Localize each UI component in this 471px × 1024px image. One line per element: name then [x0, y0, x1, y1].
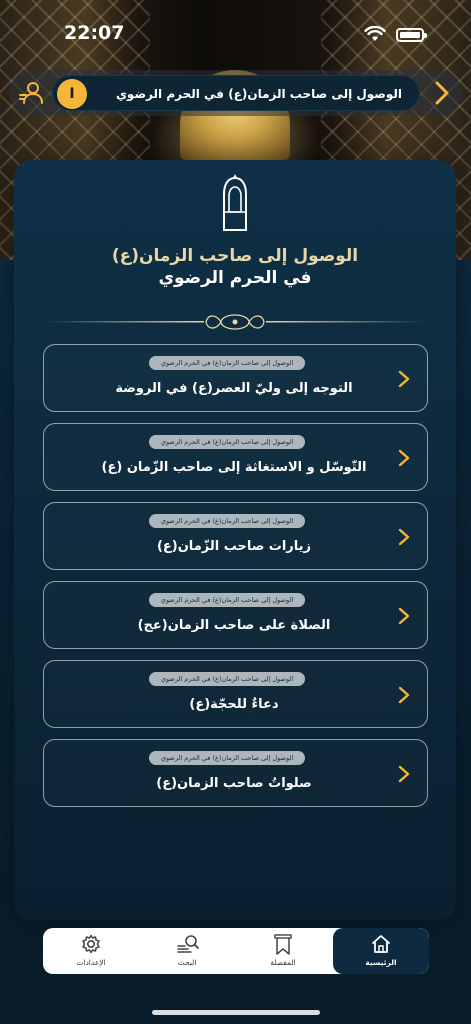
chevron-right-icon — [398, 686, 410, 704]
menu-item-card[interactable]: الوصول إلى صاحب الزمان(ع) في الحرم الرضو… — [43, 502, 428, 570]
tab-search[interactable]: البحث — [139, 928, 235, 974]
tab-settings-label: الإعدادات — [76, 958, 106, 967]
tab-favorites[interactable]: المفضلة — [235, 928, 331, 974]
status-bar: 22:07 — [0, 18, 471, 52]
menu-item-tag: الوصول إلى صاحب الزمان(ع) في الحرم الرضو… — [149, 435, 305, 449]
main-content-panel: الوصول إلى صاحب الزمان(ع) في الحرم الرضو… — [14, 160, 456, 920]
section-title-line2: في الحرم الرضوي — [158, 268, 312, 288]
menu-item-title: زيارات صاحب الزّمان(ع) — [156, 539, 312, 554]
menu-item-title: التّوسّل و الاستغاثة إلى صاحب الزّمان (ع… — [101, 460, 367, 475]
chevron-right-icon — [398, 449, 410, 467]
bottom-tab-bar: الإعدادات البحث المفضلة الرئيسية — [43, 928, 429, 974]
tab-settings[interactable]: الإعدادات — [43, 928, 139, 974]
veiled-figure-icon — [223, 174, 247, 231]
header-title-pill[interactable]: I الوصول إلى صاحب الزمان(ع) في الحرم الر… — [52, 75, 420, 111]
menu-item-card[interactable]: الوصول إلى صاحب الزمان(ع) في الحرم الرضو… — [43, 660, 428, 728]
tab-home-label: الرئيسية — [365, 958, 397, 967]
menu-item-title: الصلاة على صاحب الزمان(عج) — [137, 618, 331, 633]
header-title: الوصول إلى صاحب الزمان(ع) في الحرم الرضو… — [115, 87, 403, 101]
wifi-icon — [364, 26, 386, 41]
tab-search-label: البحث — [177, 958, 197, 967]
battery-icon — [396, 28, 427, 42]
status-time: 22:07 — [64, 22, 125, 44]
gear-icon — [82, 934, 100, 954]
header-badge[interactable]: I — [57, 79, 87, 109]
ornamental-divider — [44, 314, 426, 330]
top-navigation-bar: I الوصول إلى صاحب الزمان(ع) في الحرم الر… — [10, 70, 462, 116]
menu-item-card[interactable]: الوصول إلى صاحب الزمان(ع) في الحرم الرضو… — [43, 581, 428, 649]
search-list-icon — [177, 935, 199, 953]
menu-item-tag: الوصول إلى صاحب الزمان(ع) في الحرم الرضو… — [149, 356, 305, 370]
menu-item-title: صلواتُ صاحب الزمان(ع) — [156, 776, 312, 791]
menu-item-card[interactable]: الوصول إلى صاحب الزمان(ع) في الحرم الرضو… — [43, 739, 428, 807]
tab-favorites-label: المفضلة — [270, 958, 296, 967]
menu-item-tag: الوصول إلى صاحب الزمان(ع) في الحرم الرضو… — [149, 672, 305, 686]
tab-home[interactable]: الرئيسية — [333, 928, 429, 974]
section-title-line1: الوصول إلى صاحب الزمان(ع) — [111, 246, 359, 266]
chevron-right-icon — [398, 528, 410, 546]
chevron-right-icon — [398, 370, 410, 388]
home-icon — [372, 935, 390, 953]
menu-item-title: دعاءٌ للحجّة(ع) — [189, 697, 279, 712]
menu-item-card[interactable]: الوصول إلى صاحب الزمان(ع) في الحرم الرضو… — [43, 344, 428, 412]
menu-item-tag: الوصول إلى صاحب الزمان(ع) في الحرم الرضو… — [149, 751, 305, 765]
menu-item-tag: الوصول إلى صاحب الزمان(ع) في الحرم الرضو… — [149, 514, 305, 528]
home-indicator[interactable] — [152, 1010, 320, 1015]
menu-item-title: التوجه إلى وليّ العصر(ع) في الروضة — [115, 381, 353, 396]
menu-item-card[interactable]: الوصول إلى صاحب الزمان(ع) في الحرم الرضو… — [43, 423, 428, 491]
chevron-right-icon[interactable] — [432, 79, 452, 107]
bookmark-icon — [274, 934, 292, 955]
search-person-icon[interactable] — [18, 79, 46, 107]
menu-item-tag: الوصول إلى صاحب الزمان(ع) في الحرم الرضو… — [149, 593, 305, 607]
chevron-right-icon — [398, 765, 410, 783]
chevron-right-icon — [398, 607, 410, 625]
